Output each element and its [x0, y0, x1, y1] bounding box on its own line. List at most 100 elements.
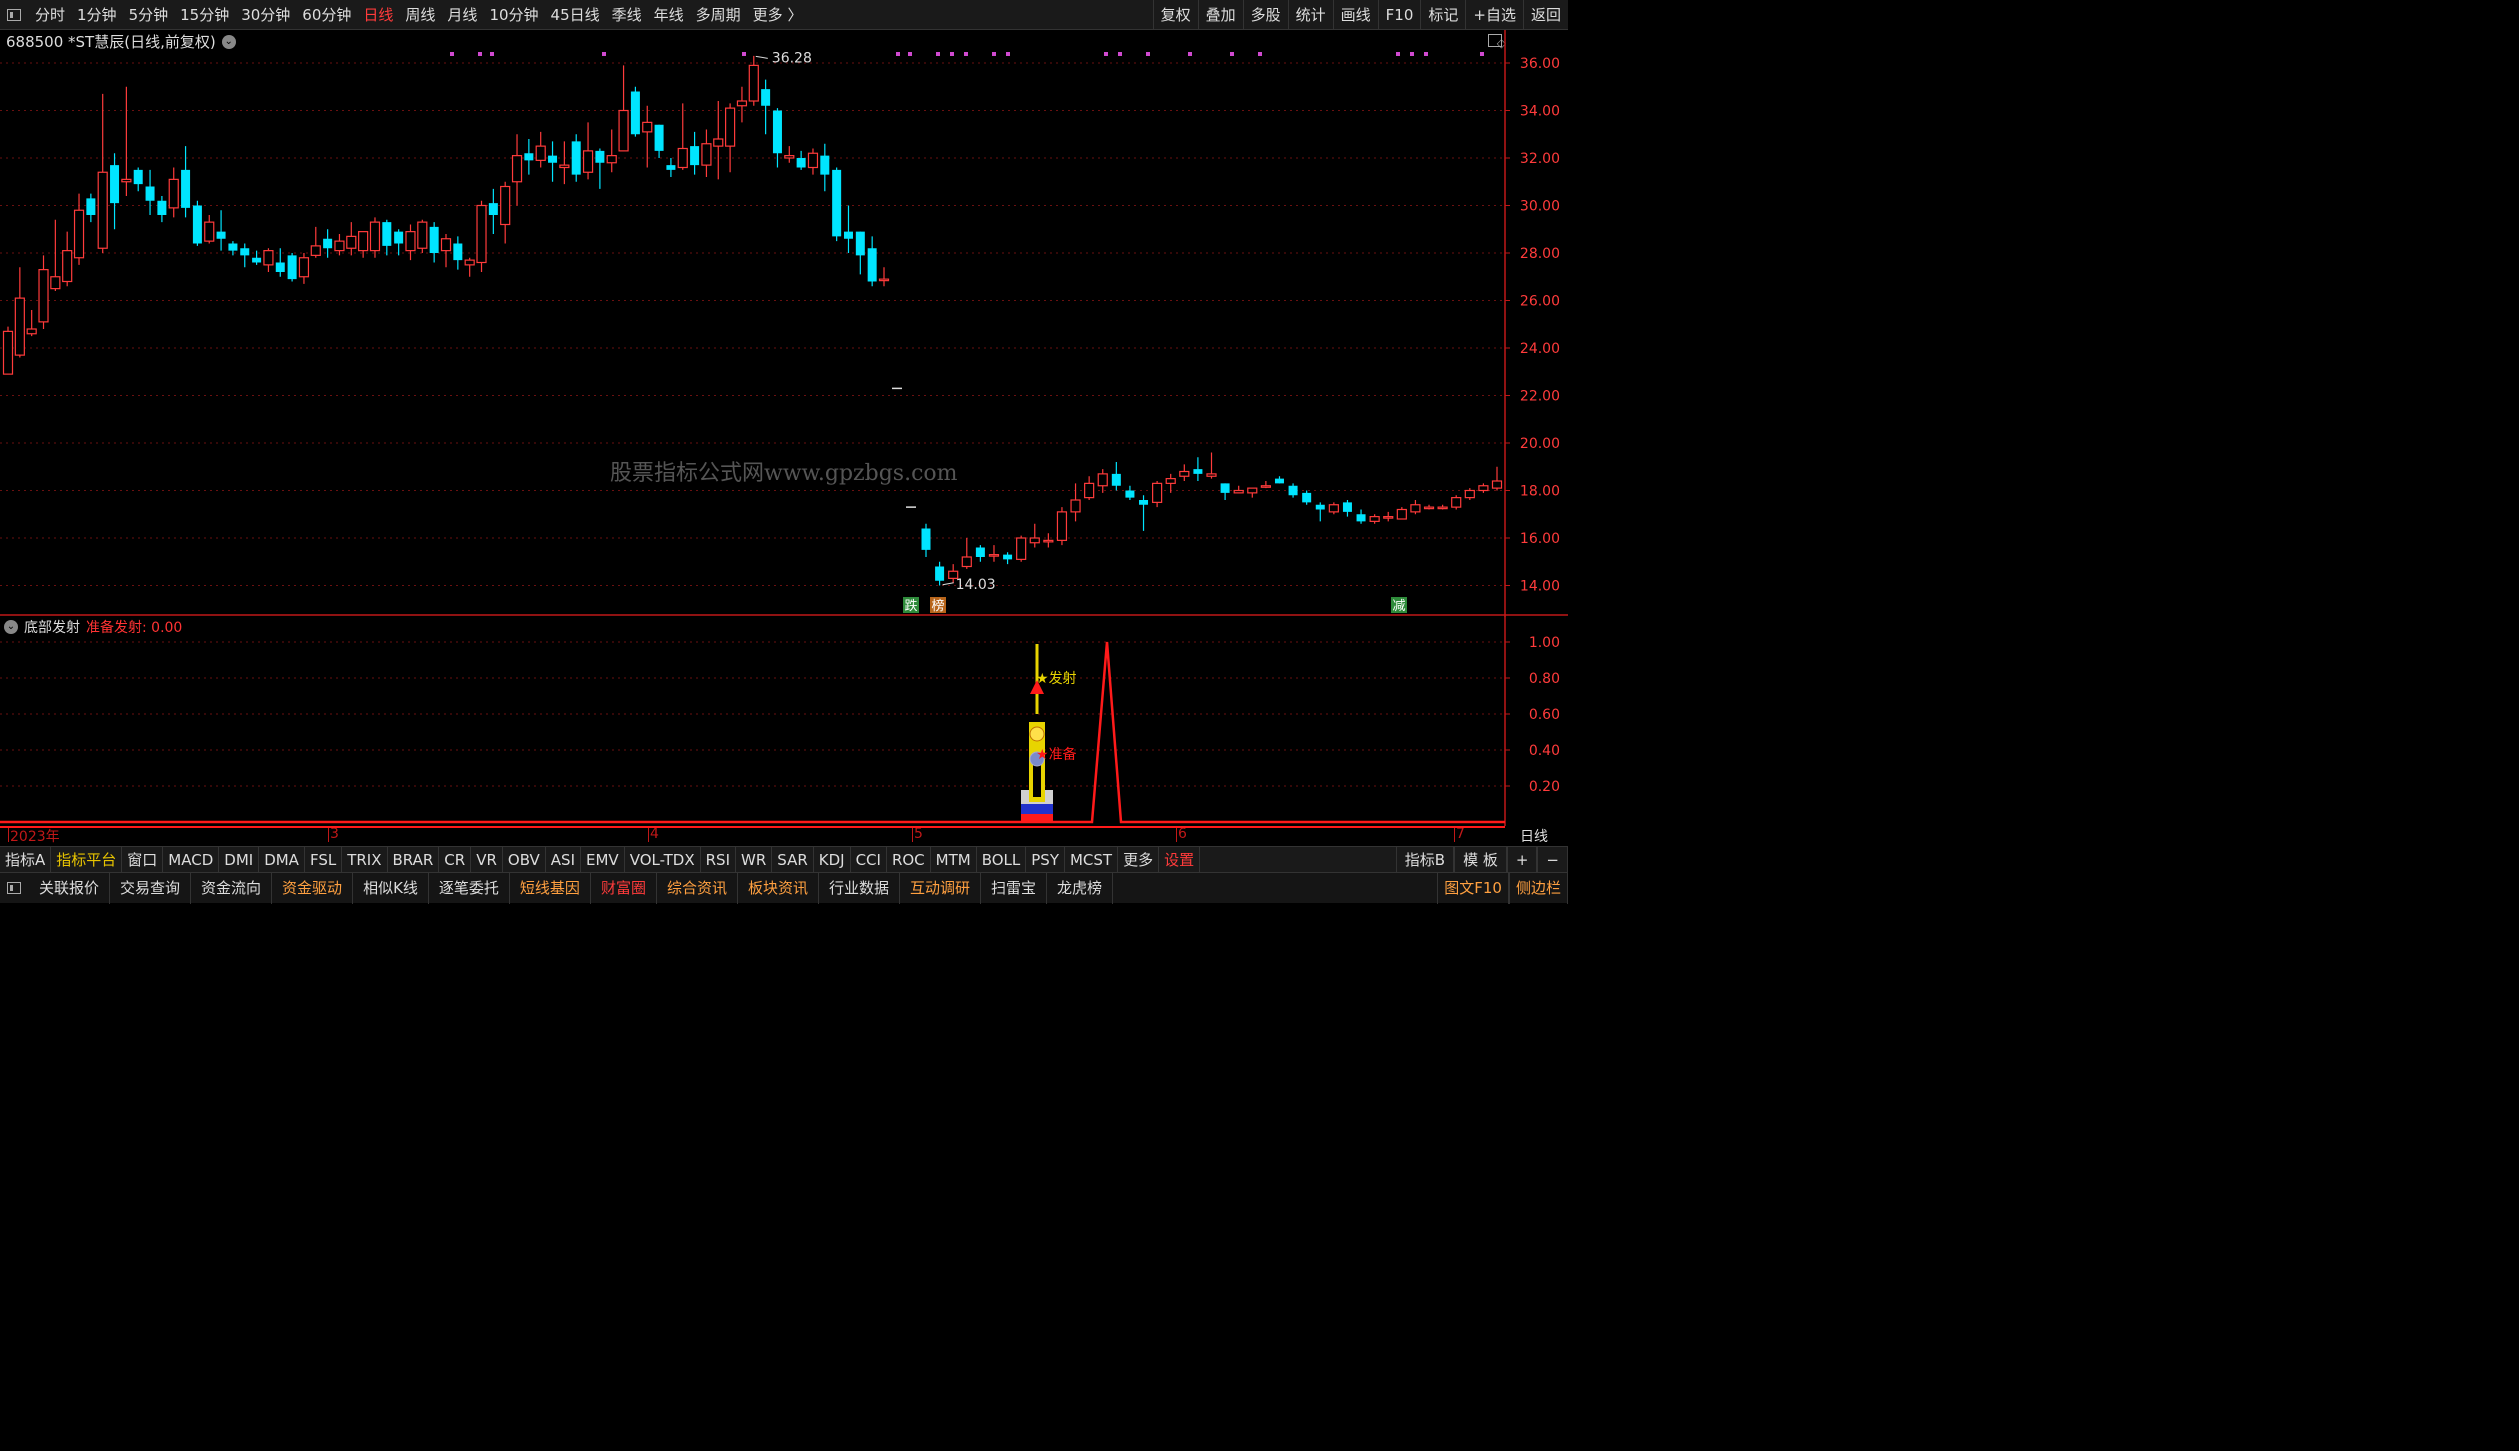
signal-dot — [1104, 52, 1108, 56]
bottom-button-0[interactable]: 关联报价 — [29, 872, 111, 904]
candle-body-up — [1260, 485, 1271, 488]
tabs-right-button-0[interactable]: 指标B — [1395, 847, 1455, 873]
indicator-tab-14[interactable]: VOL-TDX — [625, 846, 701, 873]
candle-body-down — [1111, 473, 1121, 486]
indicator-tab-5[interactable]: DMA — [259, 846, 305, 873]
signal-dot — [992, 52, 996, 56]
bottom-button-10[interactable]: 行业数据 — [819, 872, 900, 904]
toolbar-button-4[interactable]: 画线 — [1332, 0, 1378, 30]
period-tab-7[interactable]: 周线 — [399, 4, 441, 25]
candle-body-up — [346, 235, 357, 249]
period-tab-0[interactable]: 分时 — [29, 4, 71, 25]
tabs-right-button-2[interactable]: + — [1506, 847, 1538, 873]
toolbar-button-5[interactable]: F10 — [1377, 0, 1421, 30]
indicator-tab-12[interactable]: ASI — [546, 846, 582, 873]
period-tab-10[interactable]: 45日线 — [545, 4, 606, 25]
tabs-right-button-1[interactable]: 模 板 — [1454, 847, 1507, 873]
candle-body-up — [168, 178, 179, 209]
indicator-tab-21[interactable]: MTM — [931, 846, 977, 873]
tabs-right-button-3[interactable]: − — [1537, 847, 1568, 873]
indicator-tab-4[interactable]: DMI — [219, 846, 260, 873]
indicator-tab-17[interactable]: SAR — [772, 846, 814, 873]
indicator-tab-25[interactable]: 更多 — [1118, 846, 1160, 873]
launch-label-text: 发射 — [1048, 671, 1077, 687]
indicator-tab-3[interactable]: MACD — [163, 846, 220, 873]
indicator-tab-9[interactable]: CR — [439, 846, 472, 873]
indicator-tab-6[interactable]: FSL — [305, 846, 343, 873]
indicator-tab-1[interactable]: 指标平台 — [51, 846, 123, 873]
indicator-tab-0[interactable]: 指标A — [0, 846, 52, 873]
indicator-tab-11[interactable]: OBV — [503, 846, 546, 873]
indicator-tab-16[interactable]: WR — [736, 846, 773, 873]
toolbar-button-6[interactable]: 标记 — [1420, 0, 1465, 30]
bottom-button-8[interactable]: 综合资讯 — [657, 872, 738, 904]
period-tab-6[interactable]: 日线 — [357, 4, 399, 25]
candle-body-down — [1288, 485, 1298, 496]
candle-body-up — [807, 152, 819, 169]
indicator-tab-23[interactable]: PSY — [1026, 846, 1065, 873]
bottom-button-11[interactable]: 互动调研 — [900, 872, 982, 904]
toolbar-button-7[interactable]: +自选 — [1465, 0, 1523, 30]
candle-body-down — [855, 231, 865, 256]
signal-dot — [478, 52, 482, 56]
indicator-tab-18[interactable]: KDJ — [814, 846, 851, 873]
indicator-tab-26[interactable]: 设置 — [1159, 846, 1201, 873]
candle-body-up — [14, 297, 25, 356]
period-tab-2[interactable]: 5分钟 — [123, 4, 175, 25]
signal-dot — [1396, 52, 1400, 56]
bottom-button-9[interactable]: 板块资讯 — [738, 872, 819, 904]
bottom-buttons: 关联报价 交易查询 资金流向 资金驱动 相似K线 逐笔委托 短线基因 财富圈 综合资讯 板块资讯行… — [29, 872, 1114, 904]
candle-body-up — [878, 278, 890, 282]
period-tab-12[interactable]: 年线 — [648, 4, 690, 25]
date-axis: 2023年 3 4 5 6 7 日线 — [0, 826, 1568, 846]
bottom-button-6[interactable]: 短线基因 — [510, 872, 591, 904]
bottom-button-5[interactable]: 逐笔委托 — [429, 872, 510, 904]
period-tab-1[interactable]: 1分钟 — [71, 4, 123, 25]
indicator-tab-7[interactable]: TRIX — [342, 846, 388, 873]
y-axis-label: 28.00 — [1520, 246, 1560, 262]
indicator-tab-8[interactable]: BRAR — [388, 846, 440, 873]
indicator-tab-15[interactable]: RSI — [701, 846, 736, 873]
period-tab-14[interactable]: 更多 〉 — [747, 4, 809, 25]
indicator-tab-24[interactable]: MCST — [1065, 846, 1119, 873]
toolbar-button-8[interactable]: 返回 — [1522, 0, 1568, 30]
indicator-tab-2[interactable]: 窗口 — [122, 846, 164, 873]
high-price-label: 36.28 — [772, 50, 812, 66]
toolbar-button-2[interactable]: 多股 — [1242, 0, 1288, 30]
period-tab-13[interactable]: 多周期 — [690, 4, 747, 25]
bottom-button-1[interactable]: 交易查询 — [110, 872, 192, 904]
period-tab-4[interactable]: 30分钟 — [235, 4, 296, 25]
menu-icon[interactable] — [7, 8, 21, 21]
bottom-button-3[interactable]: 资金驱动 — [272, 872, 354, 904]
signal-dot — [1118, 52, 1122, 56]
period-tab-9[interactable]: 10分钟 — [483, 4, 544, 25]
toolbar-button-3[interactable]: 统计 — [1287, 0, 1333, 30]
candle-body-down — [228, 243, 238, 251]
period-tab-5[interactable]: 60分钟 — [296, 4, 357, 25]
bottom-button-13[interactable]: 龙虎榜 — [1047, 872, 1114, 904]
bottom-button-2[interactable]: 资金流向 — [191, 872, 273, 904]
period-tab-3[interactable]: 15分钟 — [174, 4, 235, 25]
launch-label: ★发射 — [1036, 668, 1077, 688]
bottom-right-button-0[interactable]: 图文F10 — [1437, 873, 1509, 904]
indicator-tab-20[interactable]: ROC — [887, 846, 931, 873]
toolbar-button-0[interactable]: 复权 — [1152, 0, 1198, 30]
launch-bar-red — [1021, 814, 1053, 822]
signal-dot — [602, 52, 606, 56]
bottom-right-button-1[interactable]: 侧边栏 — [1508, 873, 1568, 904]
indicator-tab-22[interactable]: BOLL — [977, 846, 1027, 873]
indicator-tab-19[interactable]: CCI — [851, 846, 887, 873]
candlestick-chart[interactable]: 36.00 34.00 32.00 30.00 28.00 26.00 24.00 22.00… — [0, 30, 1568, 617]
bottom-button-12[interactable]: 扫雷宝 — [981, 872, 1048, 904]
indicator-chart[interactable]: 1.00 0.80 0.60 0.40 0.20 — [0, 614, 1568, 826]
indicator-tab-10[interactable]: VR — [471, 846, 503, 873]
toolbar-button-1[interactable]: 叠加 — [1197, 0, 1243, 30]
period-tab-8[interactable]: 月线 — [441, 4, 483, 25]
bottom-button-4[interactable]: 相似K线 — [353, 872, 429, 904]
menu-icon[interactable] — [7, 882, 21, 894]
bottom-right-buttons: 图文F10 侧边栏 — [1437, 873, 1568, 904]
bottom-button-7[interactable]: 财富圈 — [591, 872, 657, 904]
period-tab-11[interactable]: 季线 — [606, 4, 648, 25]
indicator-tab-13[interactable]: EMV — [581, 846, 625, 873]
y-axis-label: 34.00 — [1520, 104, 1560, 120]
